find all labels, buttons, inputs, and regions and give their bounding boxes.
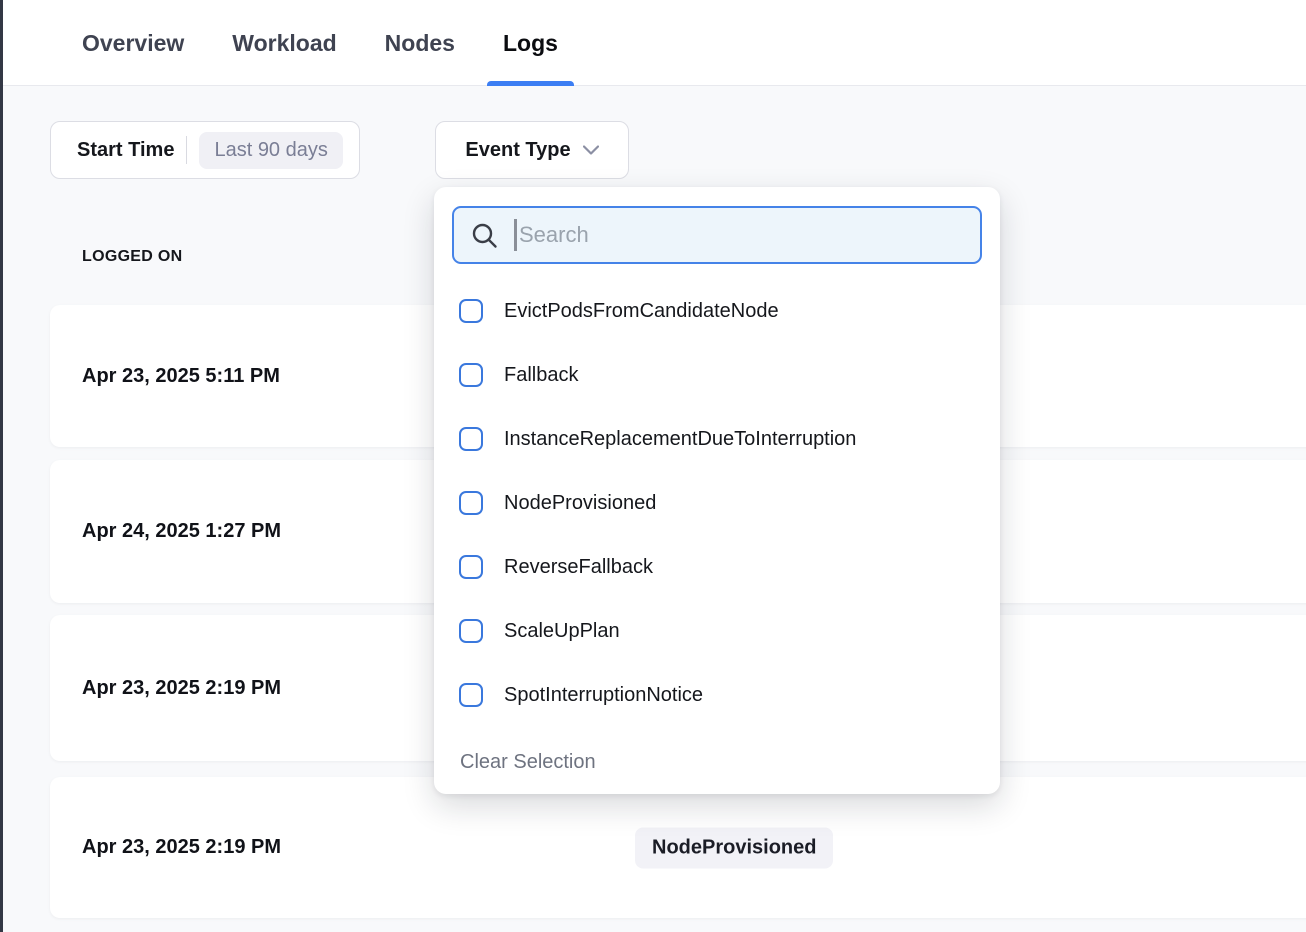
tab-overview-label: Overview xyxy=(82,30,184,57)
option-fallback[interactable]: Fallback xyxy=(434,343,1000,407)
tab-nodes-label: Nodes xyxy=(385,30,455,57)
logs-page: Overview Workload Nodes Logs Start Time … xyxy=(0,0,1306,932)
checkbox[interactable] xyxy=(459,363,483,387)
logged-on-value: Apr 23, 2025 2:19 PM xyxy=(82,836,281,859)
search-icon xyxy=(471,222,498,249)
option-label: ScaleUpPlan xyxy=(504,620,620,643)
dropdown-search-box[interactable] xyxy=(452,206,982,264)
event-type-label: Event Type xyxy=(465,139,570,162)
option-nodeprovisioned[interactable]: NodeProvisioned xyxy=(434,471,1000,535)
logged-on-value: Apr 24, 2025 1:27 PM xyxy=(82,520,281,543)
option-label: EvictPodsFromCandidateNode xyxy=(504,300,779,323)
option-instancereplacementduetointerruption[interactable]: InstanceReplacementDueToInterruption xyxy=(434,407,1000,471)
tab-overview[interactable]: Overview xyxy=(66,0,200,86)
column-header-logged-on: LOGGED ON xyxy=(82,248,182,266)
option-evictpodsfromcandidatenode[interactable]: EvictPodsFromCandidateNode xyxy=(434,279,1000,343)
option-label: Fallback xyxy=(504,364,578,387)
tab-nodes[interactable]: Nodes xyxy=(369,0,471,86)
tab-workload-label: Workload xyxy=(232,30,336,57)
option-label: NodeProvisioned xyxy=(504,492,656,515)
tab-logs[interactable]: Logs xyxy=(487,0,574,86)
tab-logs-label: Logs xyxy=(503,30,558,57)
option-reversefallback[interactable]: ReverseFallback xyxy=(434,535,1000,599)
checkbox[interactable] xyxy=(459,491,483,515)
checkbox[interactable] xyxy=(459,299,483,323)
log-row[interactable]: Apr 23, 2025 2:19 PM NodeProvisioned xyxy=(50,777,1306,918)
checkbox[interactable] xyxy=(459,427,483,451)
option-label: InstanceReplacementDueToInterruption xyxy=(504,428,856,451)
active-tab-underline xyxy=(487,81,574,86)
tabs: Overview Workload Nodes Logs xyxy=(66,0,574,86)
logged-on-value: Apr 23, 2025 2:19 PM xyxy=(82,677,281,700)
option-label: ReverseFallback xyxy=(504,556,653,579)
option-scaleupplan[interactable]: ScaleUpPlan xyxy=(434,599,1000,663)
clear-selection-button[interactable]: Clear Selection xyxy=(460,751,596,774)
checkbox[interactable] xyxy=(459,619,483,643)
tab-bar: Overview Workload Nodes Logs xyxy=(0,0,1306,86)
option-spotinterruptionnotice[interactable]: SpotInterruptionNotice xyxy=(434,663,1000,727)
event-type-filter[interactable]: Event Type xyxy=(435,121,629,179)
checkbox[interactable] xyxy=(459,555,483,579)
logged-on-value: Apr 23, 2025 5:11 PM xyxy=(82,365,280,388)
checkbox[interactable] xyxy=(459,683,483,707)
filter-divider xyxy=(186,136,187,164)
event-type-dropdown-panel: EvictPodsFromCandidateNode Fallback Inst… xyxy=(434,187,1000,794)
chevron-down-icon xyxy=(583,145,599,155)
event-type-badge: NodeProvisioned xyxy=(635,827,833,868)
sidebar-edge xyxy=(0,0,3,932)
start-time-value[interactable]: Last 90 days xyxy=(199,132,342,169)
tab-workload[interactable]: Workload xyxy=(216,0,352,86)
start-time-filter[interactable]: Start Time Last 90 days xyxy=(50,121,360,179)
option-label: SpotInterruptionNotice xyxy=(504,684,703,707)
event-type-options: EvictPodsFromCandidateNode Fallback Inst… xyxy=(434,279,1000,727)
dropdown-search-input[interactable] xyxy=(517,222,980,248)
start-time-label: Start Time xyxy=(77,139,174,162)
